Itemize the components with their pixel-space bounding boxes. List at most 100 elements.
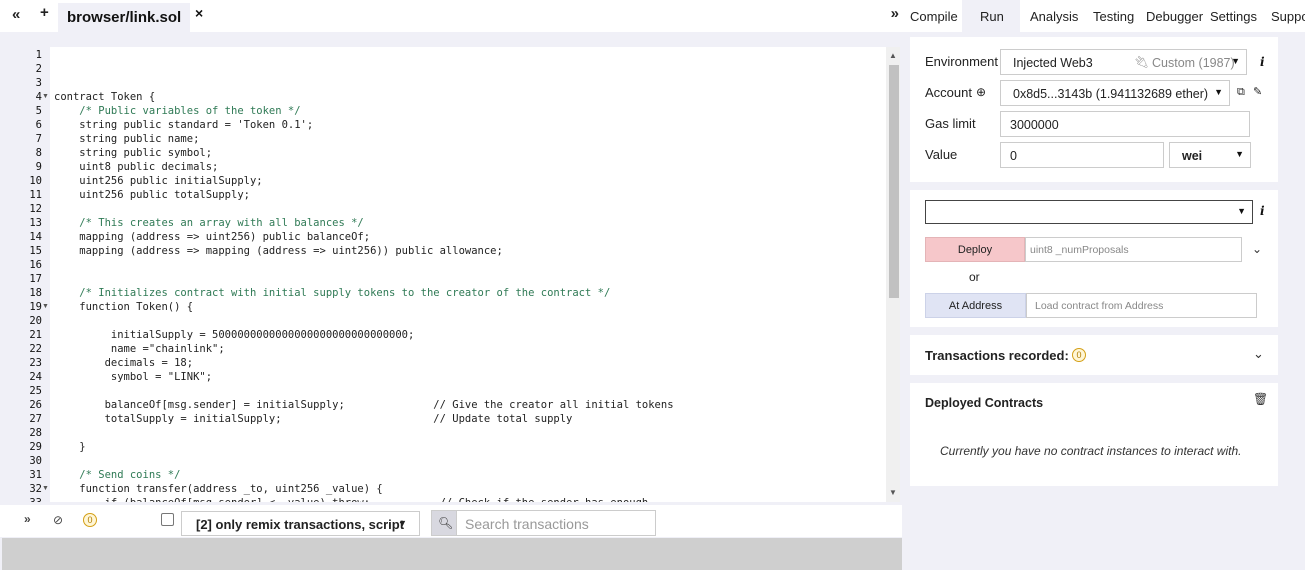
scroll-up-icon[interactable]: ▲ <box>889 51 897 60</box>
no-instances-text: Currently you have no contract instances… <box>940 444 1242 458</box>
code-line: function transfer(address _to, uint256 _… <box>54 483 383 495</box>
at-address-button[interactable]: At Address <box>925 293 1026 318</box>
line-number: 4 <box>35 91 42 103</box>
line-number: 9 <box>35 161 42 173</box>
tab-analysis[interactable]: Analysis <box>1030 0 1078 32</box>
line-number: 24 <box>29 371 42 383</box>
close-icon[interactable]: × <box>195 5 203 21</box>
code-line: /* Send coins */ <box>54 469 181 481</box>
account-value: 0x8d5...3143b (1.941132689 ether) <box>1013 87 1209 101</box>
code-content[interactable]: contract Token { /* Public variables of … <box>50 47 885 502</box>
code-line: uint256 public initialSupply; <box>54 175 263 187</box>
minimize-terminal-icon[interactable]: » <box>24 512 31 526</box>
info-icon[interactable]: i <box>1260 204 1265 218</box>
right-panel: Compile Run Analysis Testing Debugger Se… <box>902 0 1305 570</box>
tab-support[interactable]: Suppo <box>1271 0 1305 32</box>
code-line: } <box>54 441 86 453</box>
copy-icon[interactable]: ⧉ <box>1237 86 1245 99</box>
trash-icon[interactable]: 🗑︎ <box>1253 392 1268 406</box>
code-line: uint8 public decimals; <box>54 161 219 173</box>
terminal-toolbar: » ⊘ 0 [2] only remix transactions, scrip… <box>0 505 902 537</box>
clear-terminal-icon[interactable]: ⊘ <box>53 513 63 527</box>
at-address-input[interactable]: Load contract from Address <box>1026 293 1257 318</box>
tx-filter-select[interactable]: [2] only remix transactions, script ▼ <box>181 511 420 536</box>
code-line: /* Public variables of the token */ <box>54 105 301 117</box>
deploy-button[interactable]: Deploy <box>925 237 1025 262</box>
terminal-output[interactable] <box>2 538 902 570</box>
code-line: string public standard = 'Token 0.1'; <box>54 119 314 131</box>
line-number: 22 <box>29 343 42 355</box>
fold-icon[interactable]: ▼ <box>42 485 49 492</box>
environment-select[interactable]: Injected Web3 🔌︎ Custom (1987) ▼ <box>1000 49 1247 75</box>
deploy-params-input[interactable]: uint8 _numProposals <box>1025 237 1242 262</box>
line-number: 1 <box>35 49 42 61</box>
value-label: Value <box>925 147 958 162</box>
value-unit-select[interactable]: wei ▼ <box>1169 142 1251 168</box>
code-line: mapping (address => mapping (address => … <box>54 245 503 257</box>
code-editor[interactable]: 1 2 3 4 ▼ 5 6 7 8 9 10 11 12 13 14 15 16 17 18 19 ▼ 20 21 22 23 2… <box>2 47 900 502</box>
tab-settings[interactable]: Settings <box>1210 0 1257 32</box>
code-line: symbol = "LINK"; <box>54 371 213 383</box>
right-tabbar: Compile Run Analysis Testing Debugger Se… <box>902 0 1305 32</box>
transactions-recorded-card[interactable]: Transactions recorded: 0 ⌄ <box>910 335 1278 375</box>
line-number: 31 <box>29 469 42 481</box>
line-number: 16 <box>29 259 42 271</box>
line-number: 7 <box>35 133 42 145</box>
plug-icon: 🔌︎ <box>1134 55 1150 69</box>
collapse-right-icon[interactable]: » <box>891 5 899 22</box>
tab-compile[interactable]: Compile <box>910 0 958 32</box>
file-tab-label: browser/link.sol <box>67 9 182 26</box>
scrollbar-thumb[interactable] <box>889 65 899 298</box>
account-label: Account <box>925 85 972 100</box>
pending-tx-badge: 0 <box>83 513 97 527</box>
contract-select[interactable]: ▼ <box>925 200 1253 224</box>
code-line: initialSupply = 500000000000000000000000… <box>54 329 415 341</box>
search-button[interactable]: 🔍︎ <box>431 510 457 536</box>
edit-icon[interactable]: ✎ <box>1253 85 1262 98</box>
chevron-down-icon: ▼ <box>1235 149 1244 159</box>
line-number: 3 <box>35 77 42 89</box>
chevron-down-icon[interactable]: ⌄ <box>1252 242 1262 256</box>
code-line: function Token() { <box>54 301 194 313</box>
tab-run[interactable]: Run <box>962 0 1020 32</box>
code-line: balanceOf[msg.sender] = initialSupply; /… <box>54 399 674 411</box>
code-line: /* This creates an array with all balanc… <box>54 217 364 229</box>
editor-tabbar: « + browser/link.sol × » <box>0 0 902 32</box>
tab-debugger[interactable]: Debugger <box>1146 0 1203 32</box>
line-number: 8 <box>35 147 42 159</box>
code-line: decimals = 18; <box>54 357 194 369</box>
chevron-down-icon: ▼ <box>1237 206 1246 216</box>
chevron-down-icon[interactable]: ⌄ <box>1253 346 1264 362</box>
line-number: 12 <box>29 203 42 215</box>
value-input[interactable]: 0 <box>1000 142 1164 168</box>
network-name: Custom (1987) <box>1152 56 1235 70</box>
fold-icon[interactable]: ▼ <box>42 93 49 100</box>
line-number: 25 <box>29 385 42 397</box>
collapse-left-icon[interactable]: « <box>12 6 20 23</box>
line-number: 21 <box>29 329 42 341</box>
chevron-down-icon: ▼ <box>1231 56 1240 66</box>
remix-ide: « + browser/link.sol × » 1 2 3 4 ▼ 5 6 7 8 9 10 11 1… <box>0 0 1305 570</box>
gas-limit-input[interactable]: 3000000 <box>1000 111 1250 137</box>
scroll-down-icon[interactable]: ▼ <box>889 488 897 497</box>
new-file-button[interactable]: + <box>40 4 49 21</box>
info-icon[interactable]: i <box>1260 55 1265 69</box>
fold-icon[interactable]: ▼ <box>42 303 49 310</box>
file-tab[interactable]: browser/link.sol × <box>58 3 203 32</box>
run-settings-card: Environment Injected Web3 🔌︎ Custom (198… <box>910 37 1278 182</box>
code-line: /* Initializes contract with initial sup… <box>54 287 611 299</box>
add-account-icon[interactable]: ⊕ <box>976 85 986 99</box>
or-label: or <box>969 270 980 284</box>
account-select[interactable]: 0x8d5...3143b (1.941132689 ether) ▼ <box>1000 80 1230 106</box>
line-number: 30 <box>29 455 42 467</box>
tab-testing[interactable]: Testing <box>1093 0 1134 32</box>
line-number: 18 <box>29 287 42 299</box>
search-transactions-input[interactable]: Search transactions <box>457 510 656 536</box>
value-unit: wei <box>1182 149 1203 163</box>
tx-filter-label: [2] only remix transactions, script <box>196 517 405 532</box>
line-number: 10 <box>29 175 42 187</box>
line-number: 19 <box>29 301 42 313</box>
listen-network-checkbox[interactable] <box>161 513 174 526</box>
editor-scrollbar[interactable]: ▲ ▼ <box>886 47 900 502</box>
deployed-contracts-card: Deployed Contracts 🗑︎ Currently you have… <box>910 383 1278 486</box>
